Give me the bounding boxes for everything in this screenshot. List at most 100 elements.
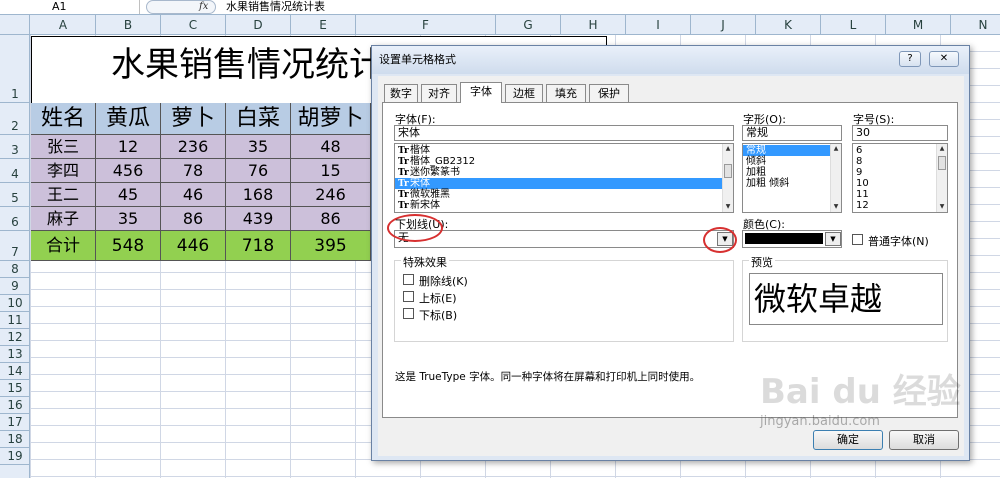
column-header[interactable]: D — [226, 15, 291, 35]
help-button[interactable]: ? — [899, 51, 921, 67]
list-item[interactable]: 12 — [853, 200, 947, 211]
row-header[interactable]: 6 — [0, 207, 30, 231]
column-header[interactable]: E — [291, 15, 356, 35]
column-header[interactable]: L — [821, 15, 886, 35]
table-cell[interactable]: 15 — [291, 159, 371, 183]
row-header[interactable]: 16 — [0, 397, 30, 414]
row-header[interactable]: 10 — [0, 295, 30, 312]
scroll-thumb[interactable] — [938, 156, 946, 170]
size-list-scrollbar[interactable]: ▲ ▼ — [936, 144, 947, 212]
table-cell[interactable]: 35 — [96, 207, 161, 231]
font-list[interactable]: Tr楷体 Tr楷体_GB2312 Tr迷你繁篆书 Tr宋体 Tr微软雅黑 Tr新宋体 ▲ … — [394, 143, 734, 213]
size-list[interactable]: 6 8 9 10 11 12 ▲ ▼ — [852, 143, 948, 213]
row-header[interactable]: 11 — [0, 312, 30, 329]
table-cell[interactable]: 456 — [96, 159, 161, 183]
formula-content[interactable]: 水果销售情况统计表 — [226, 0, 325, 14]
column-header[interactable]: I — [626, 15, 691, 35]
table-cell[interactable]: 446 — [161, 231, 226, 261]
tab-item[interactable]: 数字 — [384, 84, 418, 102]
table-cell[interactable]: 46 — [161, 183, 226, 207]
effect-checkbox[interactable] — [403, 274, 414, 285]
table-cell[interactable]: 78 — [161, 159, 226, 183]
table-cell[interactable]: 黄瓜 — [96, 103, 161, 135]
row-header[interactable]: 17 — [0, 414, 30, 431]
font-list-scrollbar[interactable]: ▲ ▼ — [722, 144, 733, 212]
scroll-down-icon[interactable]: ▼ — [831, 202, 841, 212]
list-item[interactable]: 10 — [853, 178, 947, 189]
tab-item[interactable]: 字体 — [460, 82, 502, 103]
row-header[interactable]: 1 — [0, 35, 30, 103]
list-item[interactable]: Tr迷你繁篆书 — [395, 167, 733, 178]
column-header[interactable]: J — [691, 15, 756, 35]
list-item[interactable]: 9 — [853, 167, 947, 178]
scroll-down-icon[interactable]: ▼ — [937, 202, 947, 212]
table-cell[interactable]: 王二 — [31, 183, 96, 207]
column-header[interactable]: B — [96, 15, 161, 35]
row-header[interactable]: 12 — [0, 329, 30, 346]
table-cell[interactable]: 合计 — [31, 231, 96, 261]
scroll-up-icon[interactable]: ▲ — [831, 144, 841, 154]
table-cell[interactable]: 48 — [291, 135, 371, 159]
select-all-corner[interactable] — [0, 15, 30, 35]
table-cell[interactable]: 86 — [291, 207, 371, 231]
table-cell[interactable]: 76 — [226, 159, 291, 183]
scroll-up-icon[interactable]: ▲ — [723, 144, 733, 154]
column-header[interactable]: C — [161, 15, 226, 35]
normal-font-checkbox[interactable] — [852, 234, 863, 245]
tab-item[interactable]: 边框 — [505, 84, 543, 102]
list-item[interactable]: 6 — [853, 145, 947, 156]
table-cell[interactable]: 张三 — [31, 135, 96, 159]
effect-checkbox[interactable] — [403, 291, 414, 302]
tab-item[interactable]: 保护 — [589, 84, 629, 102]
table-cell[interactable]: 12 — [96, 135, 161, 159]
row-header[interactable]: 18 — [0, 431, 30, 448]
table-cell[interactable]: 李四 — [31, 159, 96, 183]
list-item[interactable]: 倾斜 — [743, 156, 841, 167]
tab-item[interactable]: 填充 — [546, 84, 586, 102]
table-cell[interactable]: 395 — [291, 231, 371, 261]
list-item[interactable]: 加粗 倾斜 — [743, 178, 841, 189]
list-item[interactable]: 11 — [853, 189, 947, 200]
table-cell[interactable]: 439 — [226, 207, 291, 231]
column-header[interactable]: H — [561, 15, 626, 35]
list-item[interactable]: Tr楷体_GB2312 — [395, 156, 733, 167]
list-item[interactable]: 加粗 — [743, 167, 841, 178]
row-header[interactable]: 14 — [0, 363, 30, 380]
column-header[interactable]: N — [951, 15, 1000, 35]
row-header[interactable]: 7 — [0, 231, 30, 261]
underline-select[interactable]: 无 — [394, 230, 734, 248]
style-list[interactable]: 常规 倾斜 加粗 加粗 倾斜 ▲ ▼ — [742, 143, 842, 213]
column-header[interactable]: K — [756, 15, 821, 35]
list-item[interactable]: 常规 — [743, 145, 841, 156]
scroll-thumb[interactable] — [724, 164, 732, 178]
row-header[interactable]: 2 — [0, 103, 30, 135]
list-item[interactable]: Tr楷体 — [395, 145, 733, 156]
row-header[interactable]: 3 — [0, 135, 30, 159]
table-cell[interactable]: 246 — [291, 183, 371, 207]
table-cell[interactable]: 胡萝卜 — [291, 103, 371, 135]
close-button[interactable]: ✕ — [929, 51, 959, 67]
table-cell[interactable]: 236 — [161, 135, 226, 159]
style-input[interactable]: 常规 — [742, 125, 842, 141]
row-header[interactable]: 19 — [0, 448, 30, 465]
row-header[interactable]: 8 — [0, 261, 30, 278]
name-box[interactable]: A1 — [0, 0, 140, 14]
column-header[interactable]: F — [356, 15, 496, 35]
size-input[interactable]: 30 — [852, 125, 948, 141]
list-item[interactable]: 8 — [853, 156, 947, 167]
table-cell[interactable]: 718 — [226, 231, 291, 261]
row-header[interactable]: 5 — [0, 183, 30, 207]
scroll-up-icon[interactable]: ▲ — [937, 144, 947, 154]
list-item[interactable]: Tr宋体 — [395, 178, 733, 189]
row-header[interactable]: 4 — [0, 159, 30, 183]
column-header[interactable]: M — [886, 15, 951, 35]
row-header[interactable]: 13 — [0, 346, 30, 363]
tab-item[interactable]: 对齐 — [421, 84, 457, 102]
table-cell[interactable]: 86 — [161, 207, 226, 231]
list-item[interactable]: Tr微软雅黑 — [395, 189, 733, 200]
column-header[interactable]: G — [496, 15, 561, 35]
font-input[interactable]: 宋体 — [394, 125, 734, 141]
style-list-scrollbar[interactable]: ▲ ▼ — [830, 144, 841, 212]
table-cell[interactable]: 萝卜 — [161, 103, 226, 135]
table-cell[interactable]: 白菜 — [226, 103, 291, 135]
